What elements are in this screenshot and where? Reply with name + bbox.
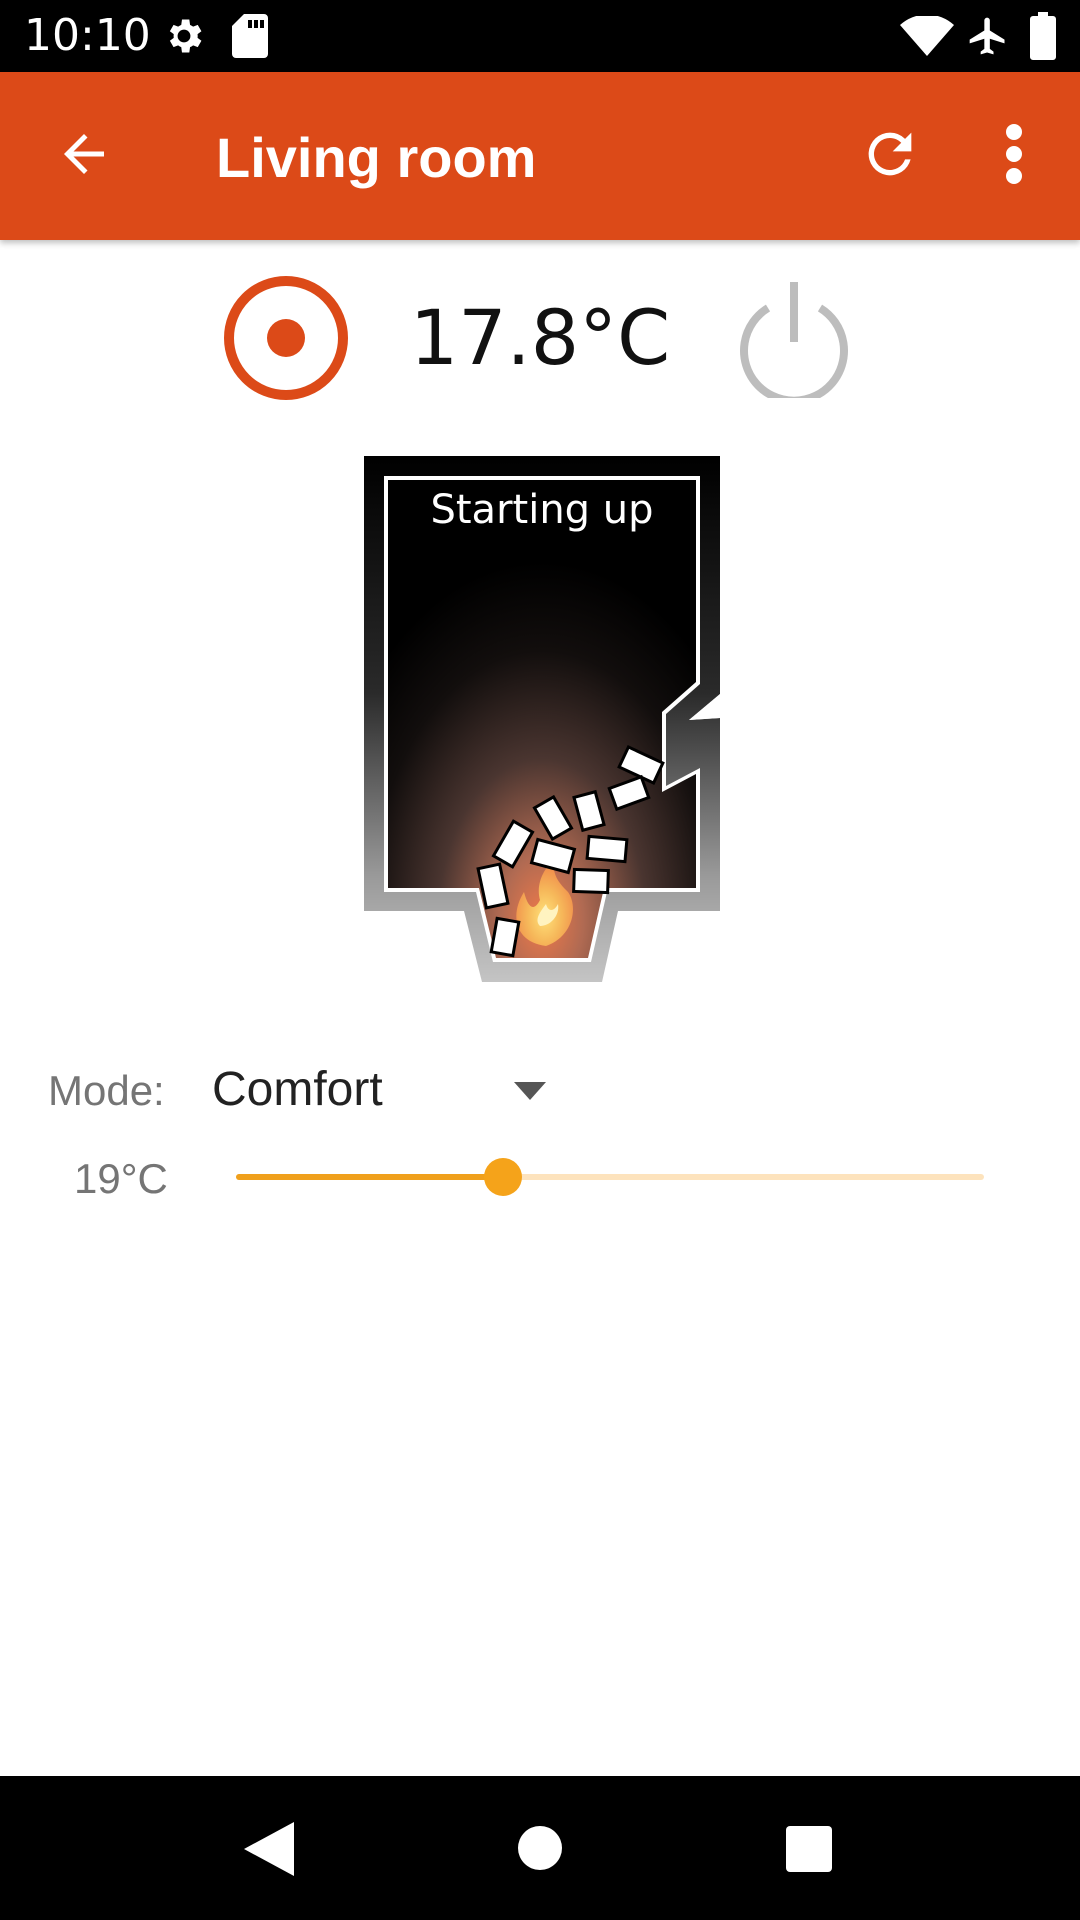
nav-recent-icon[interactable] (786, 1826, 832, 1872)
app-bar: Living room (0, 72, 1080, 240)
mode-dropdown[interactable]: Comfort (212, 1060, 552, 1120)
slider-fill (236, 1174, 503, 1180)
setpoint-label: 19°C (74, 1155, 168, 1202)
status-bar: 10:10 (0, 0, 1080, 72)
battery-icon (1030, 12, 1056, 60)
refresh-icon[interactable] (858, 122, 922, 186)
stove-illustration (364, 456, 720, 982)
dropdown-arrow-icon (514, 1082, 546, 1100)
mode-value: Comfort (212, 1063, 383, 1116)
stove-status: Starting up (430, 487, 654, 533)
back-arrow-icon[interactable] (54, 124, 114, 184)
status-time: 10:10 (24, 10, 151, 61)
power-icon[interactable] (734, 278, 854, 398)
more-vert-icon[interactable] (990, 122, 1038, 186)
airplane-icon (969, 17, 1005, 55)
nav-back-icon[interactable] (244, 1822, 294, 1876)
wifi-icon (900, 16, 954, 56)
setpoint-slider[interactable] (236, 1152, 984, 1202)
target-icon[interactable] (222, 274, 350, 402)
nav-home-icon[interactable] (518, 1826, 562, 1870)
page-title: Living room (216, 126, 537, 189)
mode-label: Mode: (48, 1067, 165, 1114)
navigation-bar (0, 1776, 1080, 1920)
slider-thumb[interactable] (484, 1158, 522, 1196)
gear-icon (169, 19, 202, 53)
current-temperature: 17.8°C (409, 293, 671, 382)
sd-card-icon (232, 14, 268, 58)
